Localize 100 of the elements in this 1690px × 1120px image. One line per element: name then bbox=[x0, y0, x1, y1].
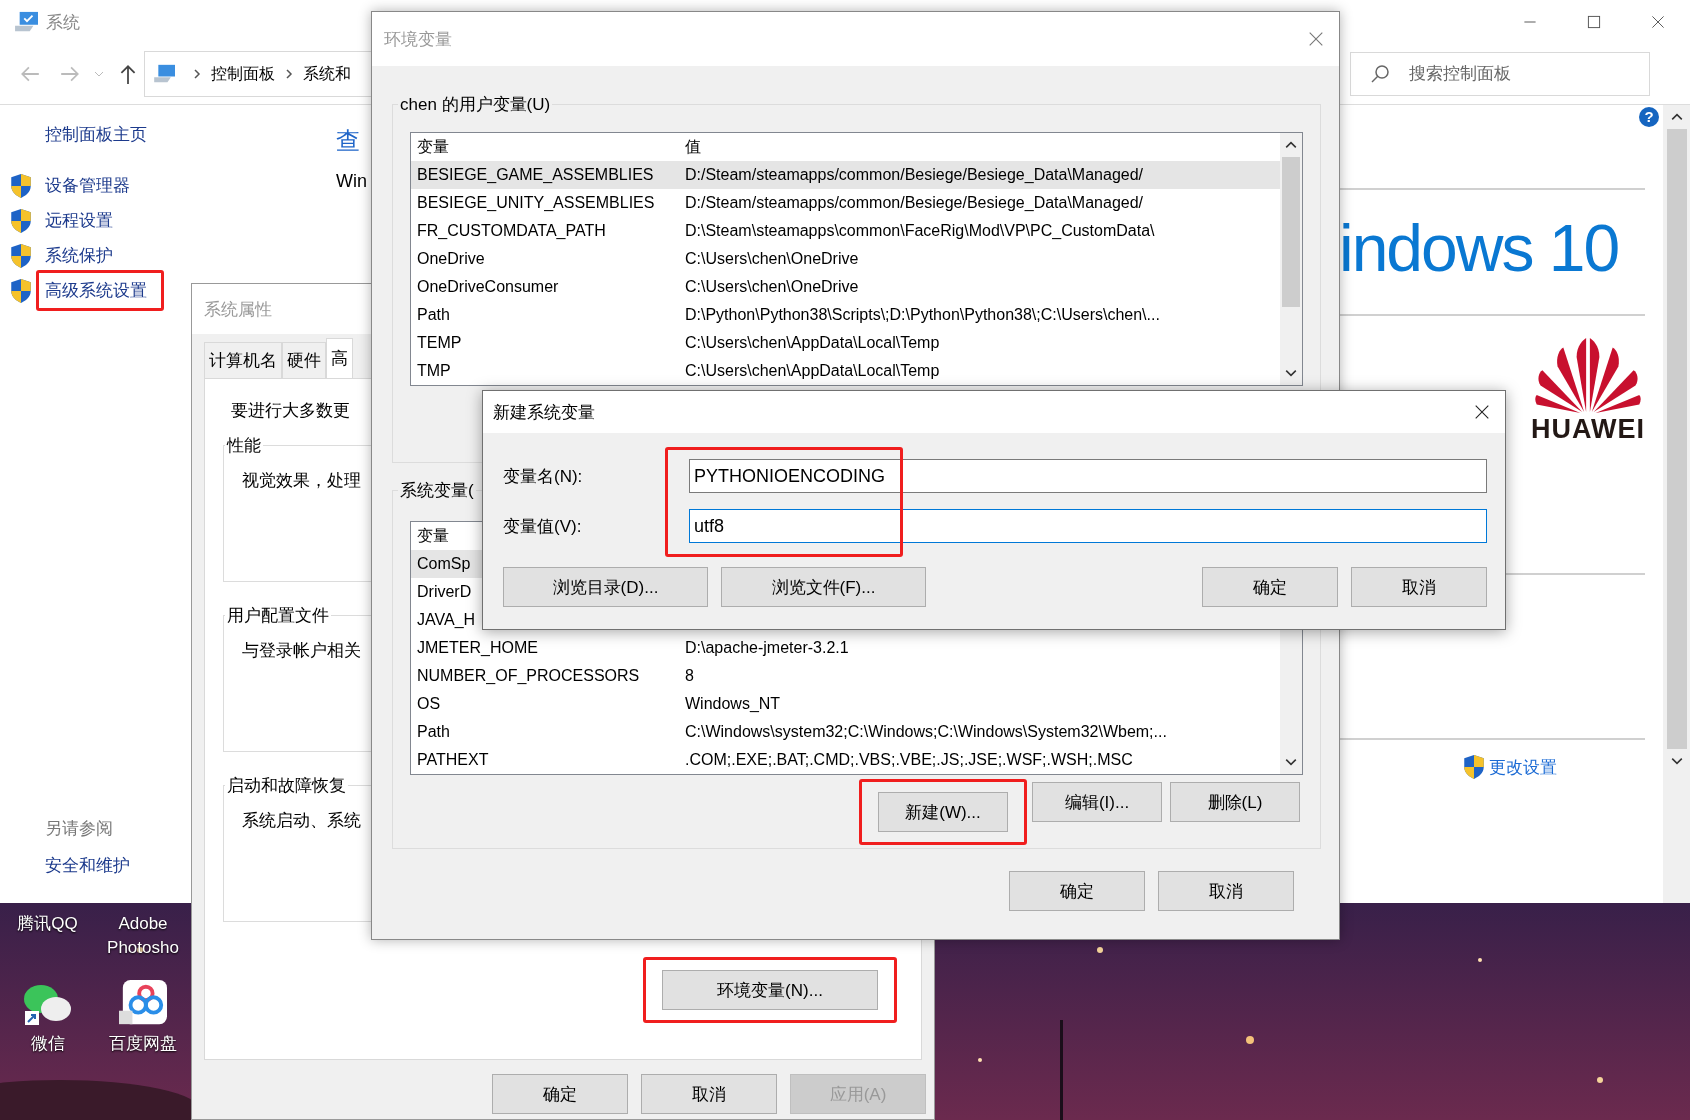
table-cell: C:\Users\chen\OneDrive bbox=[685, 250, 859, 268]
table-cell: C:\Windows\system32;C:\Windows;C:\Windows\System32\Wbem;... bbox=[685, 723, 1167, 741]
oem-logo: HUAWEI bbox=[1531, 338, 1645, 445]
dialog-button[interactable]: 取消 bbox=[1158, 871, 1294, 911]
table-cell: D:\apache-jmeter-3.2.1 bbox=[685, 639, 849, 657]
table-row[interactable]: Path C:\Windows\system32;C:\Windows;C:\Windows\System32\Wbem;... bbox=[411, 718, 1280, 746]
field-label: 变量名(N): bbox=[503, 465, 584, 488]
column-header[interactable]: 变量 bbox=[417, 136, 685, 158]
table-row[interactable]: FR_CUSTOMDATA_PATH D:\Steam\steamapps\common\FaceRig\Mod\VP\PC_CustomData\ bbox=[411, 217, 1280, 245]
sidebar-link[interactable]: 系统保护 bbox=[45, 246, 113, 265]
sidebar-link[interactable]: 设备管理器 bbox=[45, 176, 130, 195]
table-cell: .COM;.EXE;.BAT;.CMD;.VBS;.VBE;.JS;.JSE;.WSF;.WSH;.MSC bbox=[685, 751, 1133, 769]
up-caret-icon[interactable] bbox=[1285, 139, 1297, 151]
table-cell: D:\Python\Python38\Scripts\;D:\Python\Python38\;C:\Users\chen\... bbox=[685, 306, 1160, 324]
help-icon[interactable]: ? bbox=[1639, 107, 1659, 127]
section-label: Win bbox=[336, 171, 367, 192]
dialog-title: 新建系统变量 bbox=[493, 401, 595, 424]
table-row[interactable]: OneDrive C:\Users\chen\OneDrive bbox=[411, 245, 1280, 273]
sidebar-link[interactable]: 安全和维护 bbox=[45, 854, 130, 877]
table-cell-text: TEMP bbox=[417, 334, 463, 352]
table-cell-text: BESIEGE_UNITY_ASSEMBLIES bbox=[417, 194, 656, 212]
group-title: 启动和故障恢复 bbox=[226, 775, 347, 797]
table-row[interactable]: TMP C:\Users\chen\AppData\Local\Temp bbox=[411, 357, 1280, 385]
shield-icon bbox=[1463, 754, 1485, 780]
computer-icon bbox=[14, 11, 40, 33]
instruction-text: 要进行大多数更 bbox=[231, 400, 350, 422]
group-title: 性能 bbox=[225, 435, 262, 457]
sidebar-link[interactable]: 远程设置 bbox=[45, 211, 113, 230]
desktop-icon-label[interactable]: Adobe Photosho bbox=[99, 912, 187, 960]
dialog-button[interactable]: 确定 bbox=[1202, 567, 1338, 607]
dialog-button[interactable]: 取消 bbox=[641, 1074, 777, 1114]
table-row[interactable]: BESIEGE_GAME_ASSEMBLIES D:/Steam/steamapps/common/Besiege/Besiege_Data\Managed/ bbox=[411, 161, 1280, 189]
table-row[interactable]: OS Windows_NT bbox=[411, 690, 1280, 718]
tab[interactable]: 高 bbox=[326, 338, 353, 378]
dialog-button[interactable]: 确定 bbox=[492, 1074, 628, 1114]
desktop-icon-label[interactable]: 微信 bbox=[3, 1032, 92, 1056]
table-row[interactable]: NUMBER_OF_PROCESSORS 8 bbox=[411, 662, 1280, 690]
table-cell: C:\Users\chen\AppData\Local\Temp bbox=[685, 362, 940, 380]
table-cell-text: BESIEGE_GAME_ASSEMBLIES bbox=[417, 166, 655, 184]
dialog-button[interactable]: 新建(W)... bbox=[878, 792, 1008, 832]
group-title: chen 的用户变量(U) bbox=[399, 94, 552, 116]
table-row[interactable]: BESIEGE_UNITY_ASSEMBLIES D:/Steam/steamapps/common/Besiege/Besiege_Data\Managed/ bbox=[411, 189, 1280, 217]
desktop-icon-label[interactable]: 百度网盘 bbox=[99, 1032, 187, 1056]
table-cell: D:/Steam/steamapps/common/Besiege/Besiege_Data\Managed/ bbox=[685, 166, 1144, 184]
table-cell: ComSp bbox=[417, 555, 471, 573]
table-row[interactable]: JMETER_HOME D:\apache-jmeter-3.2.1 bbox=[411, 634, 1280, 662]
input-field[interactable]: PYTHONIOENCODING bbox=[689, 459, 1487, 493]
down-caret-icon[interactable] bbox=[1285, 756, 1297, 768]
sidebar-link[interactable]: 控制面板主页 bbox=[45, 123, 147, 146]
group-title: 系统变量( bbox=[399, 480, 475, 502]
column-header[interactable]: 变量 bbox=[417, 525, 449, 547]
dialog-title: 系统属性 bbox=[204, 298, 272, 321]
shield-icon bbox=[10, 207, 32, 234]
close-icon[interactable] bbox=[1473, 403, 1491, 421]
section-title: 另请参阅 bbox=[45, 818, 113, 840]
environment-variables-button[interactable]: 环境变量(N)... bbox=[662, 970, 878, 1010]
browse-button[interactable]: 浏览目录(D)... bbox=[503, 567, 708, 607]
table-row[interactable]: Path D:\Python\Python38\Scripts\;D:\Python\Python38\;C:\Users\chen\... bbox=[411, 301, 1280, 329]
down-caret-icon[interactable] bbox=[1670, 755, 1683, 767]
group-description: 系统启动、系统 bbox=[242, 810, 361, 832]
table-cell: 8 bbox=[685, 667, 694, 685]
table-cell-text: OneDrive bbox=[417, 250, 486, 268]
search-icon bbox=[1370, 64, 1390, 84]
table-cell: C:\Users\chen\AppData\Local\Temp bbox=[685, 334, 940, 352]
dialog-button[interactable]: 编辑(I)... bbox=[1032, 782, 1162, 822]
table-cell-text: Path bbox=[417, 723, 451, 741]
up-caret-icon[interactable] bbox=[1670, 111, 1683, 123]
shield-icon bbox=[10, 172, 32, 199]
table-row[interactable]: TEMP C:\Users\chen\AppData\Local\Temp bbox=[411, 329, 1280, 357]
table-cell-text: OS bbox=[417, 695, 442, 713]
table-cell: D:\Steam\steamapps\common\FaceRig\Mod\VP\PC_CustomData\ bbox=[685, 222, 1155, 240]
scrollbar[interactable] bbox=[1663, 105, 1690, 903]
group-description: 视觉效果，处理 bbox=[242, 470, 361, 492]
table-row[interactable]: OneDriveConsumer C:\Users\chen\OneDrive bbox=[411, 273, 1280, 301]
table-cell-text: NUMBER_OF_PROCESSORS bbox=[417, 667, 641, 685]
dialog-button[interactable]: 确定 bbox=[1009, 871, 1145, 911]
table-row[interactable]: PATHEXT .COM;.EXE;.BAT;.CMD;.VBS;.VBE;.JS;.JSE;.WSF;.WSH;.MSC bbox=[411, 746, 1280, 774]
dialog-button[interactable]: 删除(L) bbox=[1170, 782, 1300, 822]
search-field[interactable]: 搜索控制面板 bbox=[1350, 52, 1650, 96]
window-title: 系统 bbox=[46, 11, 80, 34]
column-header[interactable]: 值 bbox=[685, 136, 701, 158]
windows-logo-text: indows 10 bbox=[1339, 210, 1620, 286]
desktop-icon-label[interactable]: 腾讯QQ bbox=[3, 912, 92, 936]
input-field[interactable]: utf8 bbox=[689, 509, 1487, 543]
chevron-icon[interactable] bbox=[192, 69, 202, 79]
chevron-icon[interactable] bbox=[284, 69, 294, 79]
computer-icon bbox=[153, 64, 177, 84]
tab[interactable]: 硬件 bbox=[282, 342, 326, 378]
down-caret-icon[interactable] bbox=[1285, 367, 1297, 379]
table-cell: D:/Steam/steamapps/common/Besiege/Besiege_Data\Managed/ bbox=[685, 194, 1144, 212]
table-cell-text: FR_CUSTOMDATA_PATH bbox=[417, 222, 607, 240]
group-description: 与登录帐户相关 bbox=[242, 640, 361, 662]
change-settings-link[interactable]: 更改设置 bbox=[1489, 755, 1557, 779]
sidebar-link[interactable]: 高级系统设置 bbox=[45, 281, 147, 300]
tab[interactable]: 计算机名 bbox=[204, 342, 282, 378]
dialog-button[interactable]: 取消 bbox=[1351, 567, 1487, 607]
shield-icon bbox=[10, 242, 32, 269]
scrollbar[interactable] bbox=[1280, 133, 1302, 385]
browse-button[interactable]: 浏览文件(F)... bbox=[721, 567, 926, 607]
table-cell: Windows_NT bbox=[685, 695, 781, 713]
